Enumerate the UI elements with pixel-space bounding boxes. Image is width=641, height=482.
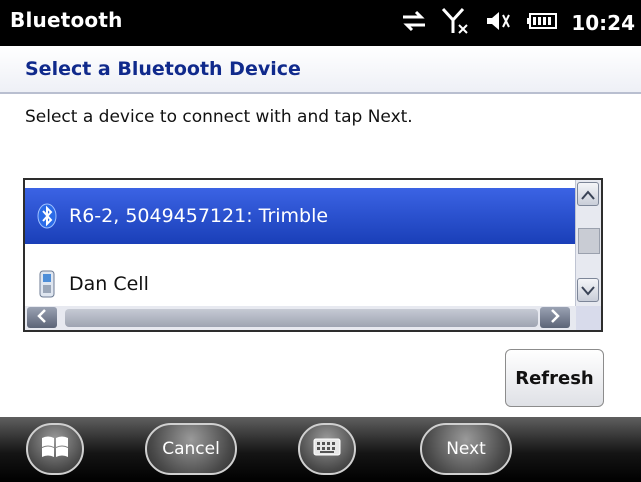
status-bar: Bluetooth 10:24 bbox=[0, 0, 641, 46]
vertical-scroll-thumb[interactable] bbox=[578, 228, 600, 254]
sync-arrows-icon bbox=[401, 10, 427, 36]
device-label: R6-2, 5049457121: Trimble bbox=[69, 205, 329, 227]
device-list[interactable]: R6-2, 5049457121: Trimble Dan Cell bbox=[23, 178, 603, 332]
vertical-scrollbar[interactable] bbox=[575, 180, 601, 306]
page-title: Select a Bluetooth Device bbox=[25, 58, 301, 80]
chevron-up-icon bbox=[581, 185, 595, 204]
softkey-bar: Cancel Next bbox=[0, 417, 641, 482]
clock[interactable]: 10:24 bbox=[571, 11, 635, 35]
chevron-right-icon bbox=[550, 308, 560, 327]
start-button[interactable] bbox=[26, 423, 84, 475]
keyboard-icon bbox=[313, 438, 341, 461]
chevron-down-icon bbox=[581, 281, 595, 300]
cancel-button[interactable]: Cancel bbox=[145, 423, 237, 475]
status-icons: 10:24 bbox=[401, 7, 635, 39]
phone-icon bbox=[35, 270, 59, 298]
app-title: Bluetooth bbox=[10, 8, 123, 32]
horizontal-scroll-thumb[interactable] bbox=[65, 309, 538, 327]
device-label: Dan Cell bbox=[69, 273, 149, 295]
chevron-left-icon bbox=[37, 308, 47, 327]
device-item-dan-cell[interactable]: Dan Cell bbox=[25, 256, 578, 312]
refresh-button[interactable]: Refresh bbox=[505, 349, 604, 407]
next-button[interactable]: Next bbox=[420, 423, 512, 475]
battery-icon bbox=[527, 13, 558, 33]
page-header: Select a Bluetooth Device bbox=[0, 46, 641, 94]
scrollbar-corner bbox=[576, 306, 601, 330]
bluetooth-icon bbox=[35, 202, 59, 230]
horizontal-scrollbar[interactable] bbox=[25, 306, 578, 330]
scroll-left-button[interactable] bbox=[27, 307, 57, 328]
scroll-right-button[interactable] bbox=[540, 307, 570, 328]
speaker-muted-icon bbox=[485, 9, 513, 37]
signal-off-icon bbox=[441, 7, 471, 39]
device-item-r6-2[interactable]: R6-2, 5049457121: Trimble bbox=[25, 188, 578, 244]
scroll-down-button[interactable] bbox=[577, 278, 599, 302]
windows-start-icon bbox=[40, 433, 70, 466]
scroll-up-button[interactable] bbox=[577, 182, 599, 206]
instruction-text: Select a device to connect with and tap … bbox=[25, 107, 413, 127]
keyboard-button[interactable] bbox=[298, 423, 356, 475]
